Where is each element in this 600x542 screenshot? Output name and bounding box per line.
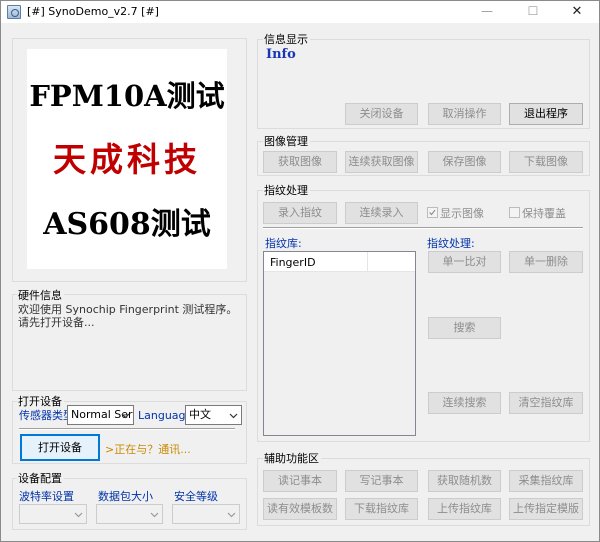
- chevron-down-icon: [227, 512, 236, 518]
- fingerprint-process-label: 指纹处理:: [427, 237, 475, 250]
- upload-template-button[interactable]: 上传指定模版: [509, 498, 583, 520]
- company-logo: FPM10A测试 天成科技 AS608测试: [27, 49, 227, 269]
- hardware-info-line-2: 请先打开设备...: [18, 316, 95, 329]
- fingerprint-separator: [263, 227, 583, 229]
- search-button[interactable]: 搜索: [428, 317, 501, 339]
- list-header: FingerID: [264, 252, 415, 272]
- chevron-down-icon: [74, 512, 83, 518]
- fingerprint-process-title: 指纹处理: [263, 184, 310, 197]
- upload-library-button[interactable]: 上传指纹库: [428, 498, 501, 520]
- read-valid-templates-button[interactable]: 读有效模板数: [263, 498, 337, 520]
- connection-status-text: >正在与？通讯...: [105, 443, 191, 456]
- security-level-select[interactable]: [172, 504, 240, 524]
- hardware-info-title: 硬件信息: [17, 289, 64, 302]
- info-text: Info: [266, 47, 296, 62]
- keep-cover-checkbox[interactable]: [509, 207, 520, 218]
- continuous-enroll-button[interactable]: 连续录入: [345, 202, 418, 224]
- chevron-down-icon: [150, 512, 159, 518]
- save-image-button[interactable]: 保存图像: [428, 151, 501, 173]
- finger-id-column-header[interactable]: FingerID: [270, 256, 316, 269]
- download-image-button[interactable]: 下载图像: [509, 151, 583, 173]
- show-image-checkbox[interactable]: [427, 207, 438, 218]
- clear-library-button[interactable]: 清空指纹库: [509, 392, 583, 414]
- open-device-button[interactable]: 打开设备: [20, 434, 100, 461]
- language-value: 中文: [189, 408, 211, 421]
- language-select[interactable]: 中文: [185, 405, 242, 425]
- security-level-label: 安全等级: [174, 490, 218, 503]
- logo-line-1: FPM10A测试: [29, 79, 225, 113]
- maximize-icon[interactable]: ☐: [511, 1, 555, 23]
- packet-size-select[interactable]: [96, 504, 163, 524]
- get-image-button[interactable]: 获取图像: [263, 151, 337, 173]
- sensor-type-label: 传感器类型: [19, 409, 74, 422]
- collect-library-button[interactable]: 采集指纹库: [509, 470, 583, 492]
- column-divider: [367, 252, 368, 271]
- logo-line-2: 天成科技: [53, 140, 201, 179]
- close-device-button[interactable]: 关闭设备: [345, 103, 418, 125]
- checkmark-icon: [429, 209, 436, 216]
- title-bar[interactable]: [#] SynoDemo_v2.7 [#] — ☐ ✕: [1, 1, 599, 23]
- baud-rate-select[interactable]: [19, 504, 87, 524]
- enroll-fingerprint-button[interactable]: 录入指纹: [263, 202, 337, 224]
- chevron-down-icon: [229, 413, 238, 419]
- open-device-title: 打开设备: [17, 395, 64, 408]
- image-manage-title: 图像管理: [263, 135, 310, 148]
- exit-program-button[interactable]: 退出程序: [509, 103, 583, 125]
- keep-cover-label: 保持覆盖: [522, 207, 566, 220]
- delete-one-button[interactable]: 单一删除: [509, 251, 583, 273]
- match-one-button[interactable]: 单一比对: [428, 251, 501, 273]
- write-notepad-button[interactable]: 写记事本: [345, 470, 418, 492]
- logo-line-3: AS608测试: [43, 207, 211, 242]
- open-device-separator: [19, 428, 235, 430]
- sensor-type-select[interactable]: Normal Ser: [67, 405, 134, 425]
- close-icon[interactable]: ✕: [555, 1, 599, 23]
- fingerprint-library-label: 指纹库:: [265, 237, 302, 250]
- app-window: [#] SynoDemo_v2.7 [#] — ☐ ✕ FPM10A测试 天成科…: [0, 0, 600, 542]
- packet-size-label: 数据包大小: [98, 490, 153, 503]
- chevron-down-icon: [121, 413, 130, 419]
- fingerprint-library-list[interactable]: FingerID: [263, 251, 416, 436]
- minimize-icon[interactable]: —: [465, 1, 509, 23]
- device-config-title: 设备配置: [17, 472, 64, 485]
- info-display-title: 信息显示: [263, 33, 310, 46]
- continuous-get-image-button[interactable]: 连续获取图像: [345, 151, 418, 173]
- aux-function-title: 辅助功能区: [263, 452, 321, 465]
- app-icon: [7, 5, 21, 19]
- cancel-operation-button[interactable]: 取消操作: [428, 103, 501, 125]
- download-library-button[interactable]: 下载指纹库: [345, 498, 418, 520]
- window-title: [#] SynoDemo_v2.7 [#]: [27, 5, 159, 18]
- get-random-button[interactable]: 获取随机数: [428, 470, 501, 492]
- baud-rate-label: 波特率设置: [19, 490, 74, 503]
- read-notepad-button[interactable]: 读记事本: [263, 470, 337, 492]
- hardware-info-line-1: 欢迎使用 Synochip Fingerprint 测试程序。: [18, 303, 238, 316]
- continuous-search-button[interactable]: 连续搜索: [428, 392, 501, 414]
- show-image-label: 显示图像: [440, 207, 484, 220]
